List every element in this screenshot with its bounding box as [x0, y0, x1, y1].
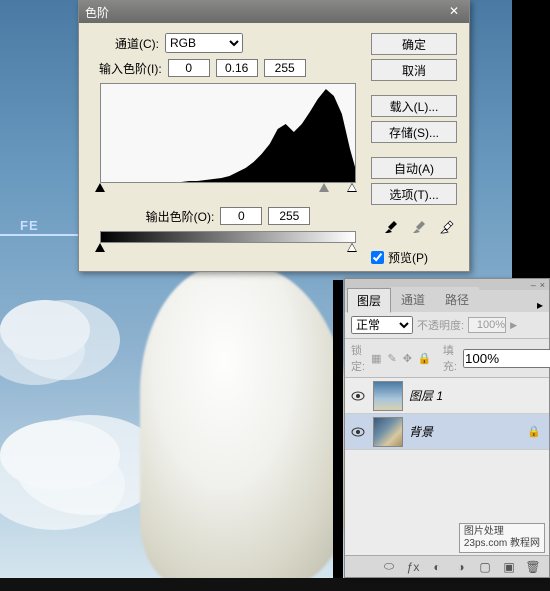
mask-icon[interactable]: ◐: [429, 559, 445, 575]
dialog-title: 色阶: [85, 4, 109, 21]
fill-input[interactable]: [463, 349, 550, 368]
layer-name[interactable]: 图层 1: [409, 387, 545, 404]
fx-icon[interactable]: ƒx: [405, 559, 421, 575]
watermark: 图片处理 23ps.com 教程网: [459, 523, 545, 553]
output-white-slider[interactable]: [347, 243, 357, 252]
panel-menu-icon[interactable]: ▸: [531, 298, 549, 312]
output-black[interactable]: [220, 207, 262, 225]
load-button[interactable]: 载入(L)...: [371, 95, 457, 117]
panel-bottom-toolbar: ⬭ ƒx ◐ ◑ ▢ ▣ 🗑: [345, 555, 549, 577]
auto-button[interactable]: 自动(A): [371, 157, 457, 179]
layer-row[interactable]: 图层 1: [345, 378, 549, 414]
opacity-input[interactable]: [468, 317, 506, 333]
output-levels-label: 输出色阶(O):: [146, 208, 215, 225]
canvas-border: [0, 578, 550, 591]
lock-all-icon[interactable]: 🔒: [418, 352, 431, 365]
white-eyedropper-icon[interactable]: [437, 217, 457, 237]
preview-label: 预览(P): [388, 249, 428, 266]
input-white-point[interactable]: [264, 59, 306, 77]
channel-select[interactable]: RGB: [165, 33, 243, 53]
ok-button[interactable]: 确定: [371, 33, 457, 55]
layer-name[interactable]: 背景: [409, 423, 521, 440]
histogram-chart: [100, 83, 356, 183]
lock-label: 锁定:: [351, 342, 365, 374]
panel-tabs: 图层 通道 路径 ▸: [345, 290, 549, 312]
dialog-titlebar[interactable]: 色阶 ✕: [79, 1, 469, 23]
tab-channels[interactable]: 通道: [391, 287, 435, 312]
output-gradient: [100, 231, 356, 243]
adjustment-icon[interactable]: ◑: [453, 559, 469, 575]
new-layer-icon[interactable]: ▣: [501, 559, 517, 575]
black-point-slider[interactable]: [95, 183, 105, 192]
input-black-point[interactable]: [168, 59, 210, 77]
link-icon[interactable]: ⬭: [381, 559, 397, 575]
input-slider-track: [99, 183, 357, 195]
output-black-slider[interactable]: [95, 243, 105, 252]
lock-position-icon[interactable]: ✥: [403, 352, 412, 365]
tab-paths[interactable]: 路径: [435, 287, 479, 312]
cloud-decoration: [0, 300, 90, 360]
save-button[interactable]: 存储(S)...: [371, 121, 457, 143]
canvas-text: FE: [20, 218, 39, 233]
photo-subject: [140, 265, 350, 585]
folder-icon[interactable]: ▢: [477, 559, 493, 575]
cancel-button[interactable]: 取消: [371, 59, 457, 81]
layer-row[interactable]: 背景 🔒: [345, 414, 549, 450]
layer-thumbnail[interactable]: [373, 381, 403, 411]
gray-eyedropper-icon[interactable]: [409, 217, 429, 237]
layer-thumbnail[interactable]: [373, 417, 403, 447]
white-point-slider[interactable]: [347, 183, 357, 192]
cloud-decoration: [0, 420, 120, 490]
canvas-border: [333, 280, 343, 579]
histogram-svg: [101, 84, 356, 183]
chevron-right-icon[interactable]: ▶: [510, 320, 517, 331]
minimize-icon[interactable]: –: [531, 280, 536, 290]
options-button[interactable]: 选项(T)...: [371, 183, 457, 205]
preview-checkbox[interactable]: [371, 251, 384, 264]
output-slider-track: [99, 243, 357, 255]
canvas-border: [512, 0, 550, 280]
fill-label: 填充:: [443, 342, 457, 374]
black-eyedropper-icon[interactable]: [381, 217, 401, 237]
trash-icon[interactable]: 🗑: [525, 559, 541, 575]
input-levels-label: 输入色阶(I):: [99, 60, 162, 77]
layers-panel: – × 图层 通道 路径 ▸ 正常 不透明度: ▶ 锁定: ▦ ✎ ✥ 🔒 填充…: [344, 278, 550, 578]
lock-pixels-icon[interactable]: ✎: [387, 352, 396, 365]
layer-list: 图层 1 背景 🔒 图片处理 23ps.com 教程网: [345, 378, 549, 555]
lock-icon: 🔒: [527, 425, 545, 438]
close-icon[interactable]: ✕: [445, 4, 463, 20]
opacity-label: 不透明度:: [417, 317, 464, 333]
lock-transparency-icon[interactable]: ▦: [371, 352, 381, 365]
close-icon[interactable]: ×: [540, 280, 545, 290]
visibility-icon[interactable]: [349, 387, 367, 405]
levels-dialog: 色阶 ✕ 通道(C): RGB 输入色阶(I):: [78, 0, 470, 272]
blend-mode-select[interactable]: 正常: [351, 316, 413, 334]
visibility-icon[interactable]: [349, 423, 367, 441]
gamma-slider[interactable]: [319, 183, 329, 192]
channel-label: 通道(C):: [115, 35, 159, 52]
tab-layers[interactable]: 图层: [347, 288, 391, 313]
output-white[interactable]: [268, 207, 310, 225]
input-gamma[interactable]: [216, 59, 258, 77]
